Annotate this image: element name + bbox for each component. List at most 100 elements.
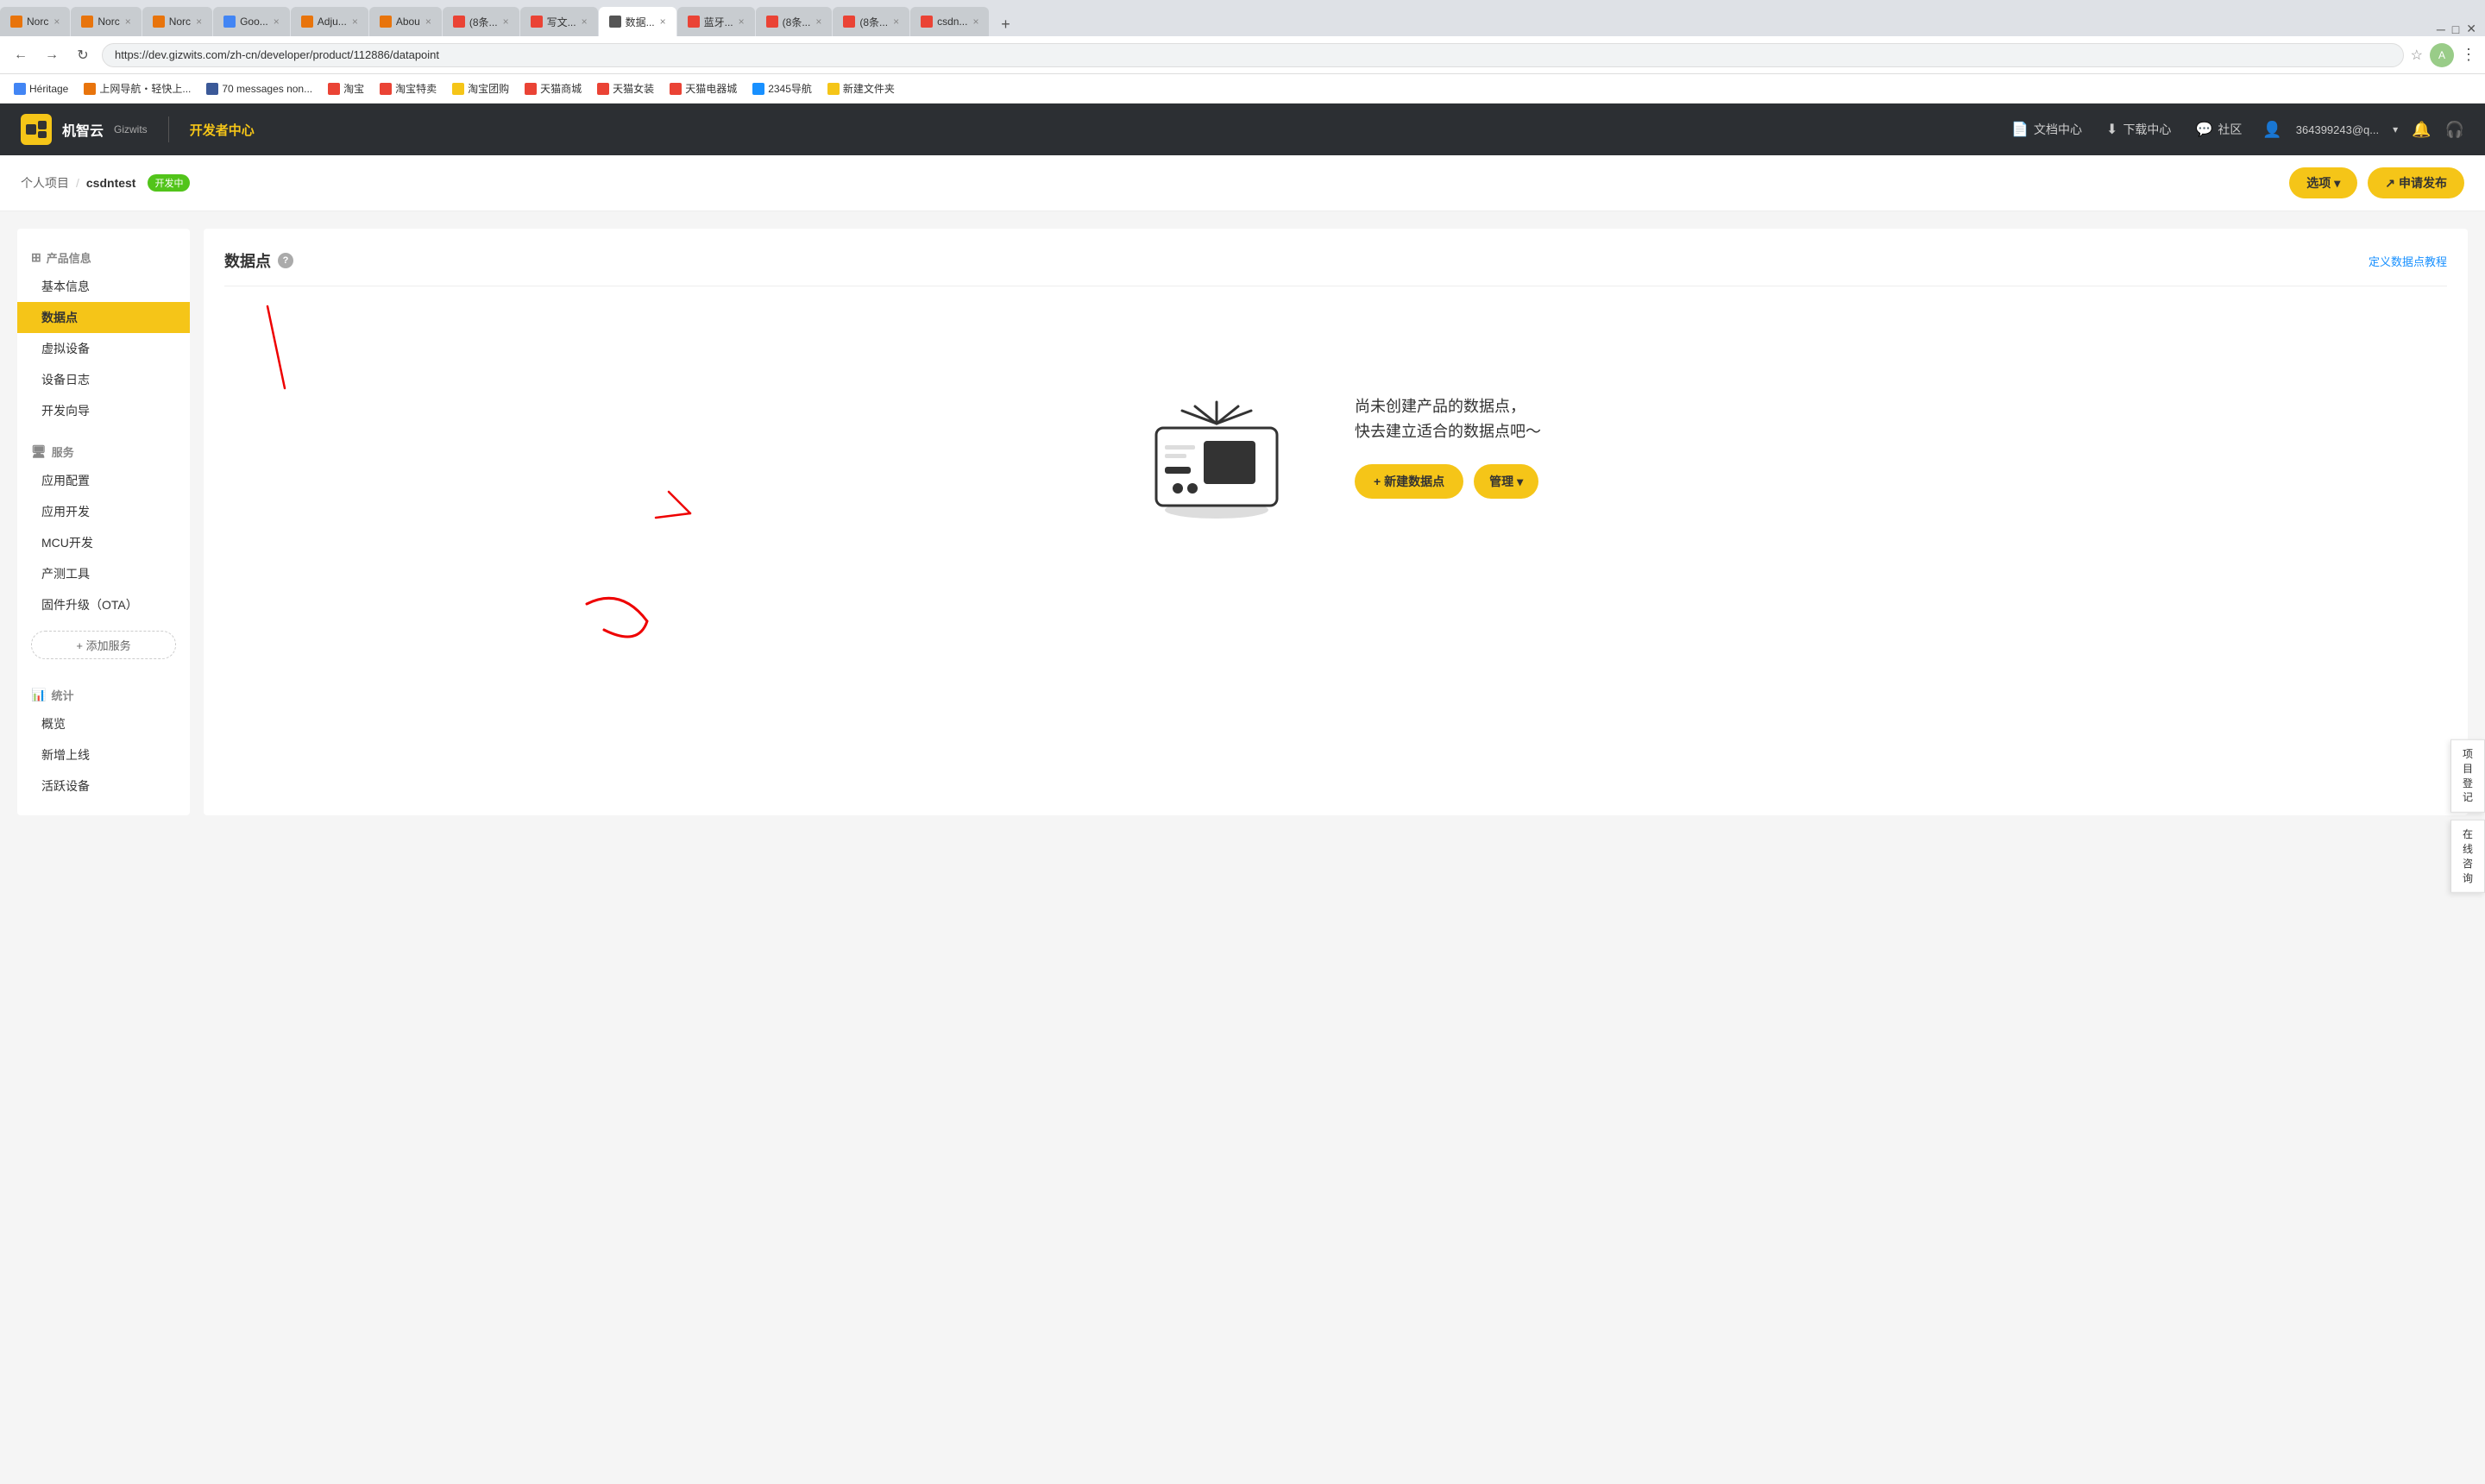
tab-8[interactable]: 数据... ×	[599, 7, 676, 36]
tab-4[interactable]: Adju... ×	[291, 7, 368, 36]
create-datapoint-button[interactable]: + 新建数据点	[1355, 464, 1463, 499]
add-service-button[interactable]: + 添加服务	[31, 631, 176, 659]
side-panel-register[interactable]: 项目登记	[2450, 739, 2485, 813]
tab-close-1[interactable]: ×	[125, 16, 131, 28]
bookmark-9[interactable]: 2345导航	[747, 79, 817, 97]
tab-close-4[interactable]: ×	[352, 16, 358, 28]
tab-0[interactable]: Norc ×	[0, 7, 70, 36]
bookmark-5[interactable]: 淘宝团购	[447, 79, 514, 97]
profile-button[interactable]: A	[2430, 43, 2454, 67]
tab-close-7[interactable]: ×	[582, 16, 588, 28]
sidebar-item-ota-label: 固件升级（OTA）	[41, 598, 138, 612]
nav-link-docs[interactable]: 📄 文档中心	[2011, 121, 2082, 138]
address-input[interactable]	[102, 43, 2404, 67]
tab-3[interactable]: Goo... ×	[213, 7, 290, 36]
sidebar-item-ota[interactable]: 固件升级（OTA）	[17, 589, 190, 620]
sidebar-item-dev-guide[interactable]: 开发向导	[17, 395, 190, 426]
bookmark-label-3: 淘宝	[343, 81, 364, 96]
tab-label-7: 写文...	[547, 15, 576, 29]
sidebar-item-new-online[interactable]: 新增上线	[17, 739, 190, 770]
nav-link-community[interactable]: 💬 社区	[2195, 121, 2242, 138]
tab-9[interactable]: 蓝牙... ×	[677, 7, 755, 36]
tab-label-8: 数据...	[626, 15, 655, 29]
main-title-text: 数据点	[224, 249, 271, 272]
sidebar-item-app-config[interactable]: 应用配置	[17, 465, 190, 496]
bookmark-1[interactable]: 上网导航・轻快上...	[79, 79, 196, 97]
tab-1[interactable]: Norc ×	[71, 7, 141, 36]
tab-close-5[interactable]: ×	[425, 16, 431, 28]
tab-close-0[interactable]: ×	[53, 16, 60, 28]
help-icon[interactable]: ?	[278, 253, 293, 268]
new-tab-button[interactable]: +	[993, 12, 1017, 36]
main-title-area: 数据点 ?	[224, 249, 293, 272]
bookmark-heritage[interactable]: Héritage	[9, 81, 73, 97]
bookmark-label-2: 70 messages non...	[222, 83, 312, 95]
tab-close-2[interactable]: ×	[196, 16, 202, 28]
tab-2[interactable]: Norc ×	[142, 7, 212, 36]
breadcrumb-sep: /	[76, 176, 79, 190]
bell-icon[interactable]: 🔔	[2412, 121, 2431, 139]
bookmark-favicon-8	[670, 83, 682, 95]
tab-label-11: (8条...	[859, 15, 888, 29]
empty-message-line2: 快去建立适合的数据点吧～	[1355, 419, 1541, 444]
tab-5[interactable]: Abou ×	[369, 7, 442, 36]
sidebar-item-active-devices[interactable]: 活跃设备	[17, 770, 190, 802]
tab-close-11[interactable]: ×	[893, 16, 899, 28]
bookmark-10[interactable]: 新建文件夹	[822, 79, 900, 97]
sidebar-item-app-dev[interactable]: 应用开发	[17, 496, 190, 527]
options-button[interactable]: 选项 ▾	[2289, 167, 2357, 198]
content-area: ⊞ 产品信息 基本信息 数据点 虚拟设备 设备日志 开发向导 🖥 服务	[0, 211, 2485, 833]
back-button[interactable]: ←	[9, 43, 33, 67]
user-dropdown-arrow[interactable]: ▾	[2393, 123, 2398, 135]
bookmark-4[interactable]: 淘宝特卖	[374, 79, 442, 97]
tab-7[interactable]: 写文... ×	[520, 7, 598, 36]
bookmark-favicon-1	[84, 83, 96, 95]
sidebar-item-datapoint[interactable]: 数据点	[17, 302, 190, 333]
minimize-button[interactable]: ─	[2437, 22, 2445, 36]
manage-button[interactable]: 管理 ▾	[1474, 464, 1538, 499]
empty-text-area: 尚未创建产品的数据点， 快去建立适合的数据点吧～ + 新建数据点 管理 ▾	[1355, 394, 1541, 500]
reload-button[interactable]: ↻	[71, 43, 95, 67]
tab-close-3[interactable]: ×	[274, 16, 280, 28]
annotation-overlay	[0, 0, 2485, 1484]
sidebar-item-datapoint-label: 数据点	[41, 311, 78, 324]
user-area: 👤 364399243@q... ▾ 🔔 🎧	[2262, 121, 2464, 139]
bookmark-3[interactable]: 淘宝	[323, 79, 369, 97]
tab-close-8[interactable]: ×	[660, 16, 666, 28]
bookmark-6[interactable]: 天猫商城	[519, 79, 587, 97]
header-actions: 选项 ▾ ↗ 申请发布	[2289, 167, 2464, 198]
bookmark-2[interactable]: 70 messages non...	[201, 81, 318, 97]
maximize-button[interactable]: □	[2452, 22, 2459, 36]
manage-arrow: ▾	[1517, 475, 1523, 489]
sidebar-item-virtual[interactable]: 虚拟设备	[17, 333, 190, 364]
user-name[interactable]: 364399243@q...	[2296, 123, 2379, 136]
tab-close-10[interactable]: ×	[815, 16, 821, 28]
tab-10[interactable]: (8条... ×	[756, 7, 833, 36]
tutorial-link[interactable]: 定义数据点教程	[2369, 253, 2447, 269]
download-icon: ⬇	[2106, 121, 2117, 138]
tab-close-6[interactable]: ×	[503, 16, 509, 28]
sidebar-divider-2	[17, 670, 190, 680]
headphone-icon[interactable]: 🎧	[2445, 121, 2464, 139]
bookmark-7[interactable]: 天猫女装	[592, 79, 659, 97]
sidebar-item-basic[interactable]: 基本信息	[17, 271, 190, 302]
sidebar-item-device-log[interactable]: 设备日志	[17, 364, 190, 395]
bookmark-8[interactable]: 天猫电器城	[664, 79, 742, 97]
tab-6[interactable]: (8条... ×	[443, 7, 519, 36]
sidebar-item-overview[interactable]: 概览	[17, 708, 190, 739]
bookmark-star[interactable]: ☆	[2411, 47, 2423, 64]
status-badge: 开发中	[148, 174, 190, 192]
forward-button[interactable]: →	[40, 43, 64, 67]
close-button[interactable]: ✕	[2466, 22, 2476, 36]
tab-11[interactable]: (8条... ×	[833, 7, 909, 36]
nav-link-download[interactable]: ⬇ 下载中心	[2106, 121, 2171, 138]
sidebar-item-mcu[interactable]: MCU开发	[17, 527, 190, 558]
tab-close-12[interactable]: ×	[972, 16, 978, 28]
side-panel-consult[interactable]: 在线咨询	[2450, 820, 2485, 893]
tab-close-9[interactable]: ×	[739, 16, 745, 28]
sidebar-item-production[interactable]: 产测工具	[17, 558, 190, 589]
more-options-button[interactable]: ⋮	[2461, 46, 2476, 64]
publish-button[interactable]: ↗ 申请发布	[2368, 167, 2464, 198]
tab-12[interactable]: csdn... ×	[910, 7, 989, 36]
breadcrumb-home[interactable]: 个人项目	[21, 174, 69, 192]
